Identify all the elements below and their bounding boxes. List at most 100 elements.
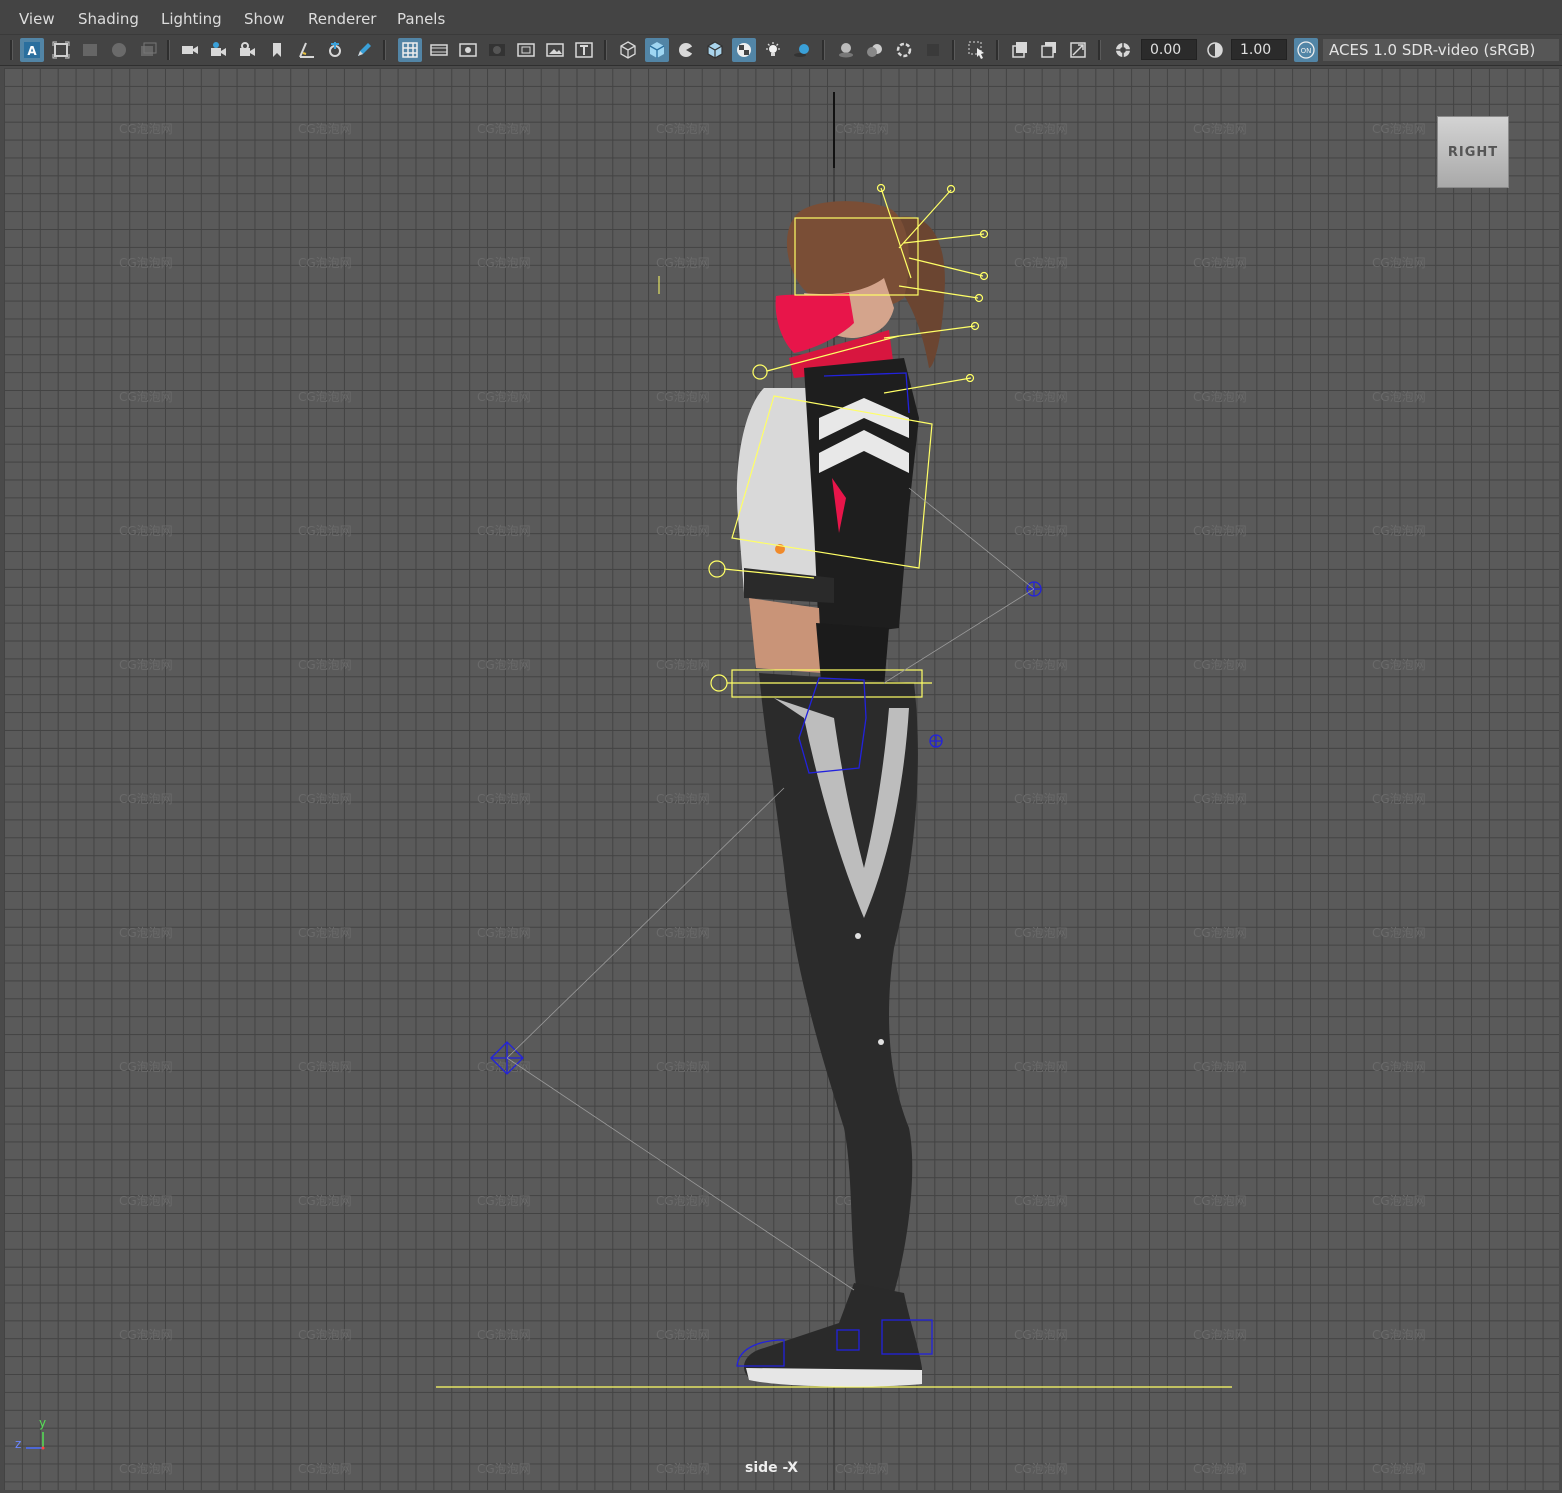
panel-toolbar: A 0.00 1.00 ON ACES 1.0 SDR-video (sRGB) xyxy=(0,35,1562,66)
checker-texture-icon xyxy=(737,43,751,57)
frame-all-button[interactable] xyxy=(49,38,73,62)
default-material-button[interactable] xyxy=(674,38,698,62)
anti-aliasing-button[interactable] xyxy=(892,38,916,62)
ponytail-tip-2[interactable] xyxy=(946,184,956,194)
layers-icon xyxy=(141,42,157,56)
isolate-select-button[interactable] xyxy=(965,38,989,62)
text-title-icon xyxy=(575,42,593,58)
textured-button[interactable] xyxy=(732,38,756,62)
menu-shading[interactable]: Shading xyxy=(78,10,139,28)
select-camera-button[interactable]: A xyxy=(20,38,44,62)
ambient-occlusion-button[interactable] xyxy=(834,38,858,62)
sneaker-sole xyxy=(746,1368,922,1387)
x-axis-dot xyxy=(41,1446,45,1450)
use-all-lights-button[interactable] xyxy=(761,38,785,62)
exposure-button[interactable] xyxy=(1111,38,1135,62)
field-chart-button[interactable] xyxy=(514,38,538,62)
character-model[interactable] xyxy=(736,201,945,1387)
image-plane-button[interactable] xyxy=(78,38,102,62)
wireframe-cube-icon xyxy=(620,41,636,59)
2d-pan-zoom-button[interactable] xyxy=(107,38,131,62)
toolbar-separator xyxy=(996,40,999,60)
camera-aim-icon xyxy=(211,42,226,56)
resolution-gate-icon xyxy=(459,43,477,57)
image-plane-icon xyxy=(83,44,97,56)
gate-mask-icon xyxy=(489,44,505,56)
menu-panels[interactable]: Panels xyxy=(397,10,445,28)
wireframe-button[interactable] xyxy=(616,38,640,62)
motion-blur-button[interactable] xyxy=(863,38,887,62)
move-camera-icon xyxy=(329,42,341,57)
isolate-select-icon xyxy=(968,41,984,59)
view-transform-dropdown[interactable]: ACES 1.0 SDR-video (sRGB) xyxy=(1323,39,1559,61)
shadows-button[interactable] xyxy=(790,38,814,62)
color-management-toggle[interactable]: ON xyxy=(1294,38,1318,62)
xray-active-components-button[interactable] xyxy=(1066,38,1090,62)
toolbar-separator xyxy=(167,40,170,60)
xray-components-icon xyxy=(1070,42,1086,58)
xray-button[interactable] xyxy=(1008,38,1032,62)
depth-of-field-button[interactable] xyxy=(921,38,945,62)
cog-controller[interactable] xyxy=(710,674,728,692)
camera-name-label: side -X xyxy=(745,1460,798,1476)
gamma-icon xyxy=(1207,42,1223,58)
xray-joints-icon xyxy=(1041,42,1056,58)
toolbar-separator xyxy=(952,40,955,60)
xray-joints-button[interactable] xyxy=(1037,38,1061,62)
grid-button[interactable] xyxy=(398,38,422,62)
toolbar-separator xyxy=(1098,40,1101,60)
motion-blur-icon xyxy=(867,44,882,57)
camera-button[interactable] xyxy=(178,38,202,62)
grease-pencil-button[interactable] xyxy=(136,38,160,62)
aperture-icon xyxy=(1116,43,1130,57)
camera-aim-button[interactable] xyxy=(207,38,231,62)
gamma-button[interactable] xyxy=(1203,38,1227,62)
scene-view: y z xyxy=(15,92,1232,1490)
camera-gear-icon xyxy=(240,42,255,56)
svg-text:A: A xyxy=(27,44,37,58)
bookmark-button[interactable] xyxy=(265,38,289,62)
xray-icon xyxy=(1012,42,1027,58)
film-gate-button[interactable] xyxy=(427,38,451,62)
shadow-sphere-icon xyxy=(794,44,809,57)
bookmark-frame-icon xyxy=(52,41,70,59)
midriff xyxy=(749,598,822,673)
color-management-badge: ON xyxy=(1301,47,1312,55)
resolution-gate-button[interactable] xyxy=(456,38,480,62)
axis-indicator: y z xyxy=(15,1416,46,1451)
menu-bar: View Shading Lighting Show Renderer Pane… xyxy=(0,0,1562,35)
wireframe-on-shaded-button[interactable] xyxy=(703,38,727,62)
neck-controller[interactable] xyxy=(752,364,768,380)
toolbar-separator xyxy=(822,40,825,60)
light-bulb-icon xyxy=(766,42,780,56)
sphere-icon xyxy=(112,43,126,57)
menu-renderer[interactable]: Renderer xyxy=(308,10,376,28)
depth-of-field-icon xyxy=(927,44,939,56)
default-material-icon xyxy=(679,43,693,57)
exposure-field[interactable]: 0.00 xyxy=(1141,39,1197,60)
camera-attributes-icon: A xyxy=(24,42,40,58)
safe-action-button[interactable] xyxy=(543,38,567,62)
view-cube[interactable]: RIGHT xyxy=(1437,116,1509,188)
shaded-cube-icon xyxy=(649,42,665,58)
pencil-icon xyxy=(358,43,371,56)
menu-show[interactable]: Show xyxy=(244,10,284,28)
camera-aim-up-button[interactable] xyxy=(236,38,260,62)
color-management-on-icon: ON xyxy=(1297,41,1315,59)
gamma-field[interactable]: 1.00 xyxy=(1231,39,1287,60)
image-icon xyxy=(546,43,564,57)
anti-alias-icon xyxy=(896,42,912,58)
safe-title-button[interactable] xyxy=(572,38,596,62)
grid-toggle-button[interactable] xyxy=(294,38,318,62)
gate-mask-button[interactable] xyxy=(485,38,509,62)
menu-view[interactable]: View xyxy=(19,10,55,28)
menu-lighting[interactable]: Lighting xyxy=(161,10,222,28)
axis-angle-icon xyxy=(299,42,314,58)
spine-controller[interactable] xyxy=(708,560,726,578)
smooth-shade-button[interactable] xyxy=(645,38,669,62)
viewport-panel[interactable]: CG泡泡网 CG泡泡网 CG泡泡网 CG泡泡网 CG泡泡网 CG泡泡网 CG泡泡网 CG泡泡网… xyxy=(4,68,1559,1490)
camera-transform-button[interactable] xyxy=(323,38,347,62)
film-gate-icon xyxy=(430,44,448,56)
z-axis-label: z xyxy=(15,1437,21,1451)
pencil-button[interactable] xyxy=(352,38,376,62)
